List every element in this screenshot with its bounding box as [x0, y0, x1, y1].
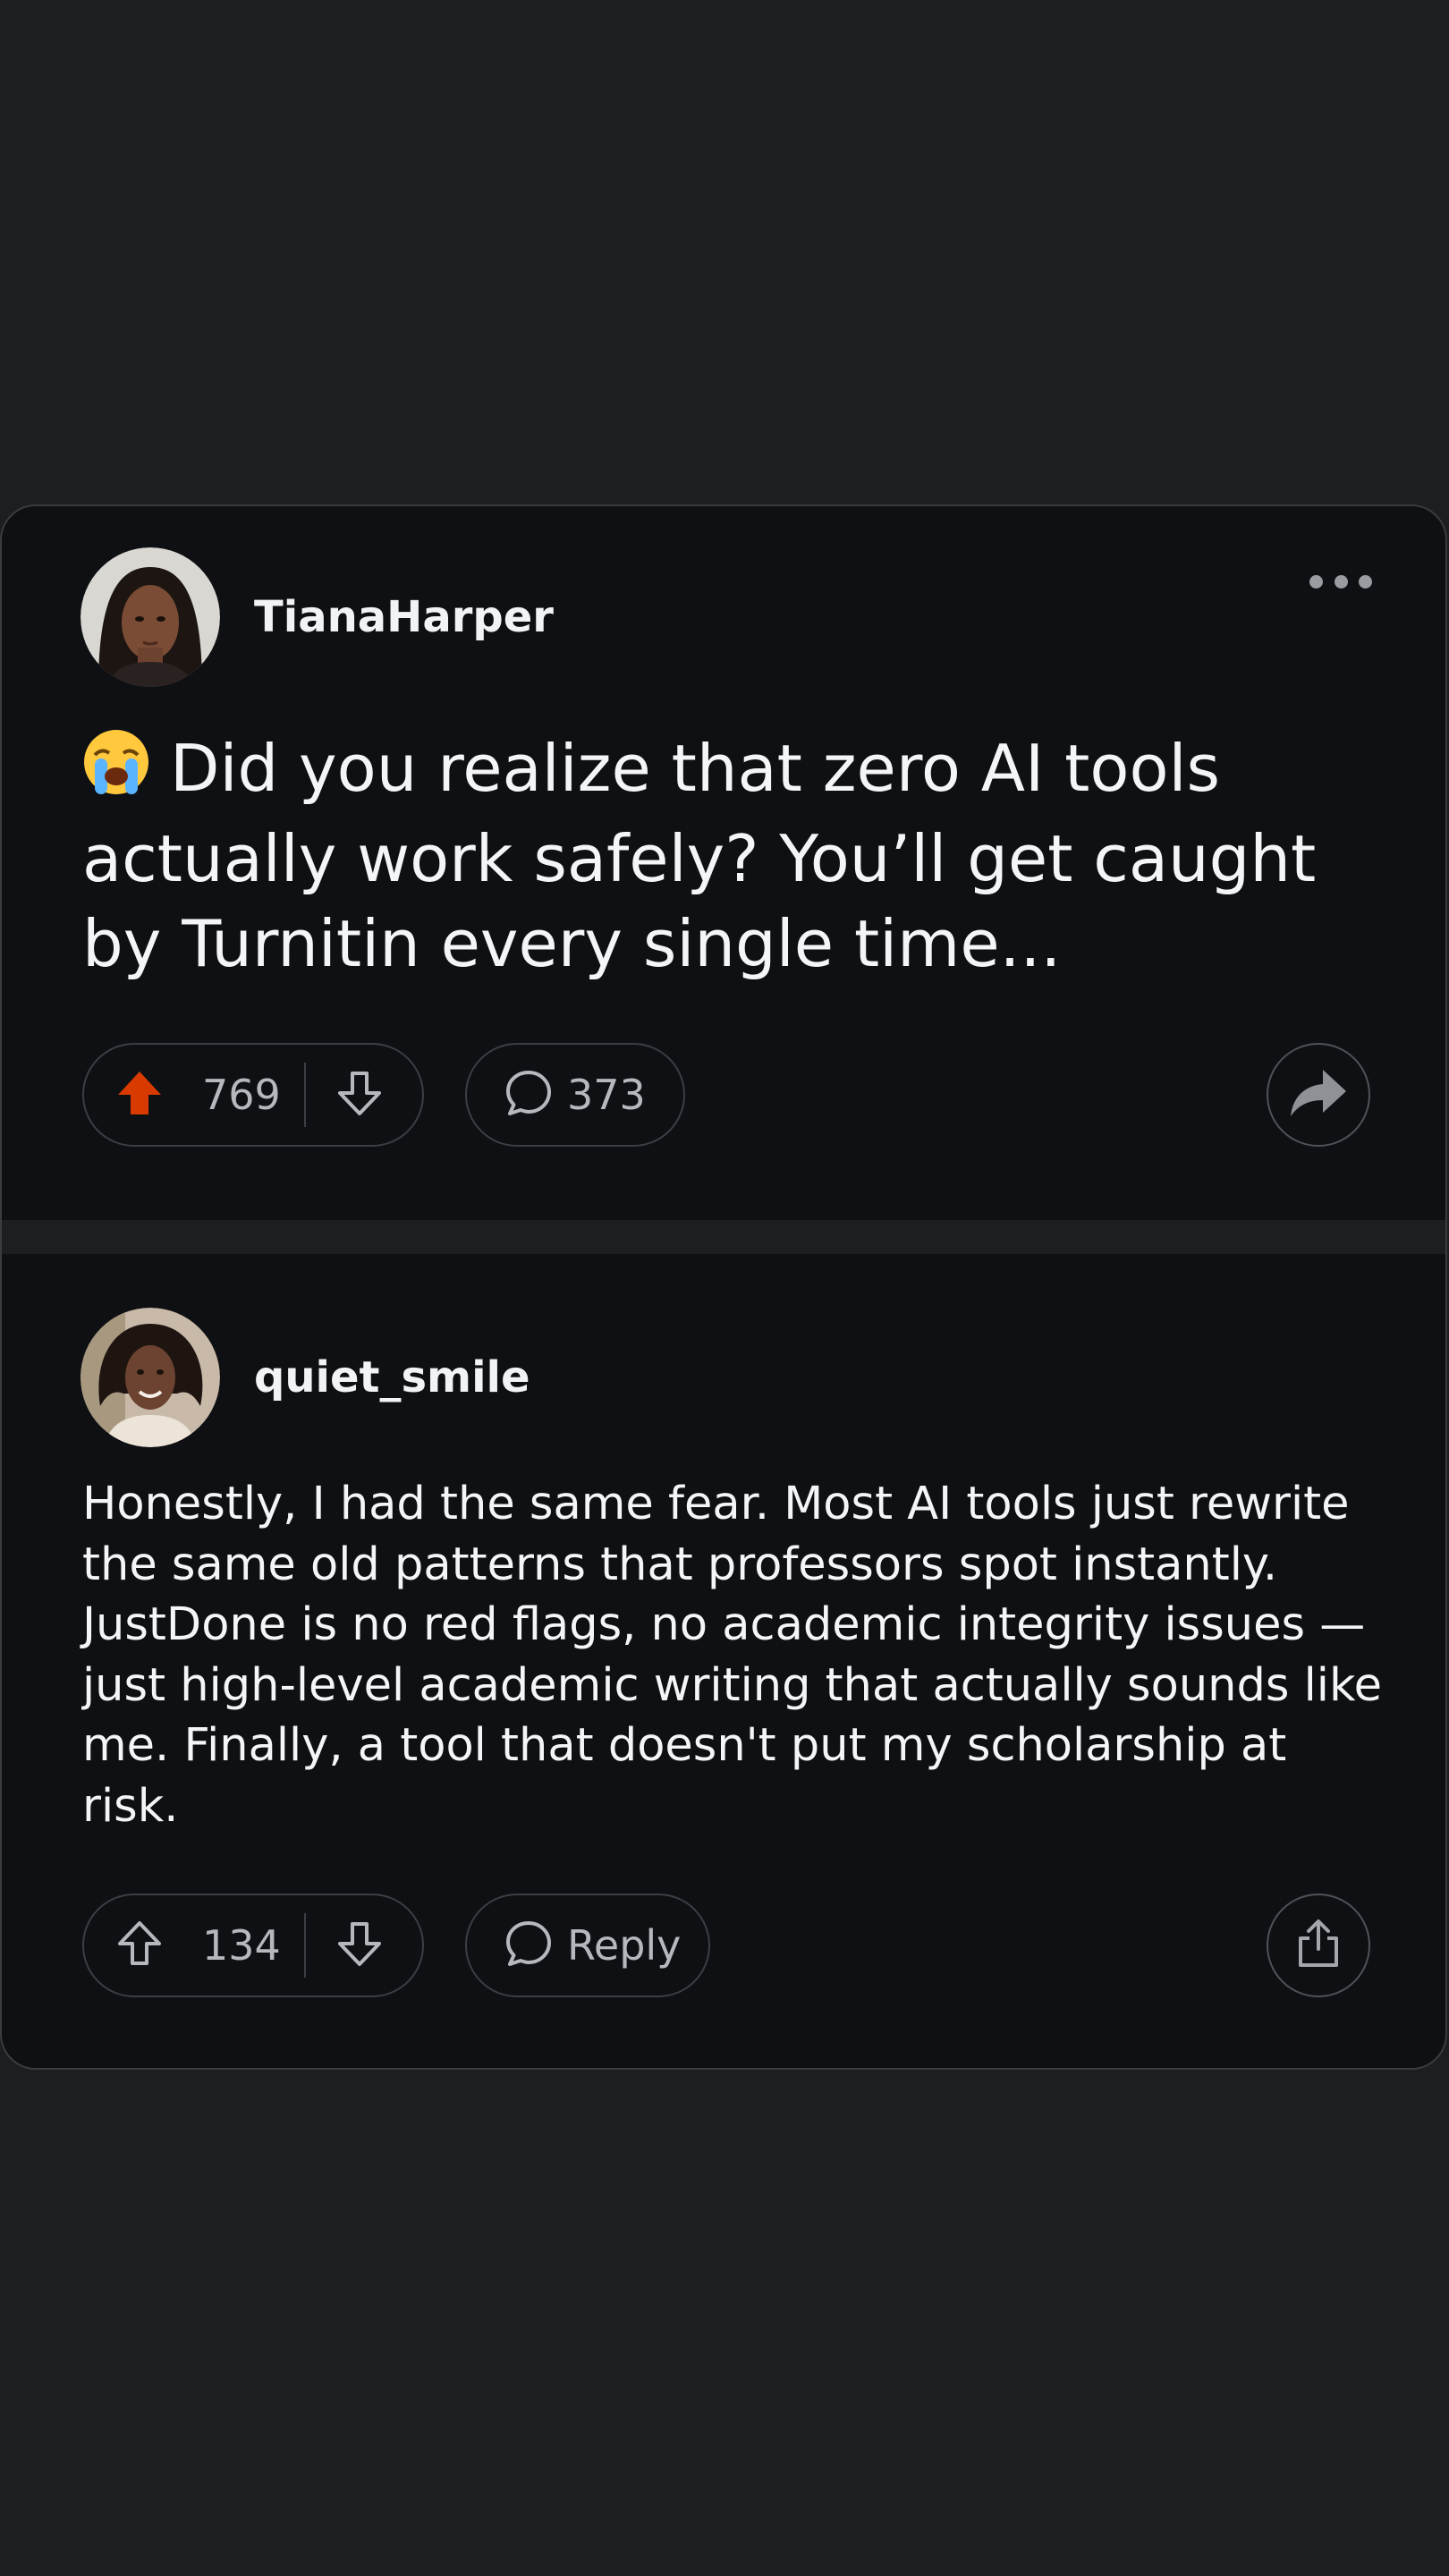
crying-face-emoji	[82, 728, 150, 817]
share-arrow-icon	[1289, 1066, 1348, 1123]
upvote-count: 134	[202, 1921, 281, 1970]
comment-count: 373	[567, 1071, 646, 1119]
post-title-text: Did you realize that zero AI tools actua…	[82, 731, 1317, 981]
avatar[interactable]	[80, 1308, 220, 1447]
vote-bar: 769	[82, 1043, 424, 1147]
comment-body: Honestly, I had the same fear. Most AI t…	[82, 1478, 1383, 1833]
downvote-button[interactable]	[336, 1045, 383, 1145]
post-title: Did you realize that zero AI tools actua…	[82, 726, 1379, 987]
reply-label: Reply	[567, 1921, 682, 1970]
avatar[interactable]	[80, 547, 220, 687]
downvote-button[interactable]	[336, 1895, 383, 1996]
thread-card: TianaHarper Did you realize that zero AI…	[0, 504, 1447, 2070]
reply-button[interactable]: Reply	[465, 1894, 710, 1997]
arrow-up-icon	[116, 1920, 163, 1970]
share-box-icon	[1295, 1919, 1342, 1972]
comments-button[interactable]: 373	[465, 1043, 685, 1147]
comment-author[interactable]: quiet_smile	[254, 1352, 530, 1402]
vote-divider	[304, 1913, 306, 1978]
share-button[interactable]	[1267, 1894, 1370, 1997]
arrow-down-icon	[336, 1070, 383, 1120]
post-author[interactable]: TianaHarper	[254, 592, 554, 642]
speech-bubble-icon	[504, 1919, 553, 1971]
upvote-button[interactable]	[116, 1045, 163, 1145]
speech-bubble-icon	[504, 1069, 553, 1121]
arrow-down-icon	[336, 1920, 383, 1970]
vote-divider	[304, 1063, 306, 1127]
section-divider	[2, 1220, 1445, 1254]
upvote-count: 769	[202, 1071, 281, 1119]
more-horizontal-icon[interactable]	[1309, 571, 1372, 592]
arrow-up-icon	[116, 1070, 163, 1120]
upvote-button[interactable]	[116, 1895, 163, 1996]
share-button[interactable]	[1267, 1043, 1370, 1147]
vote-bar: 134	[82, 1894, 424, 1997]
